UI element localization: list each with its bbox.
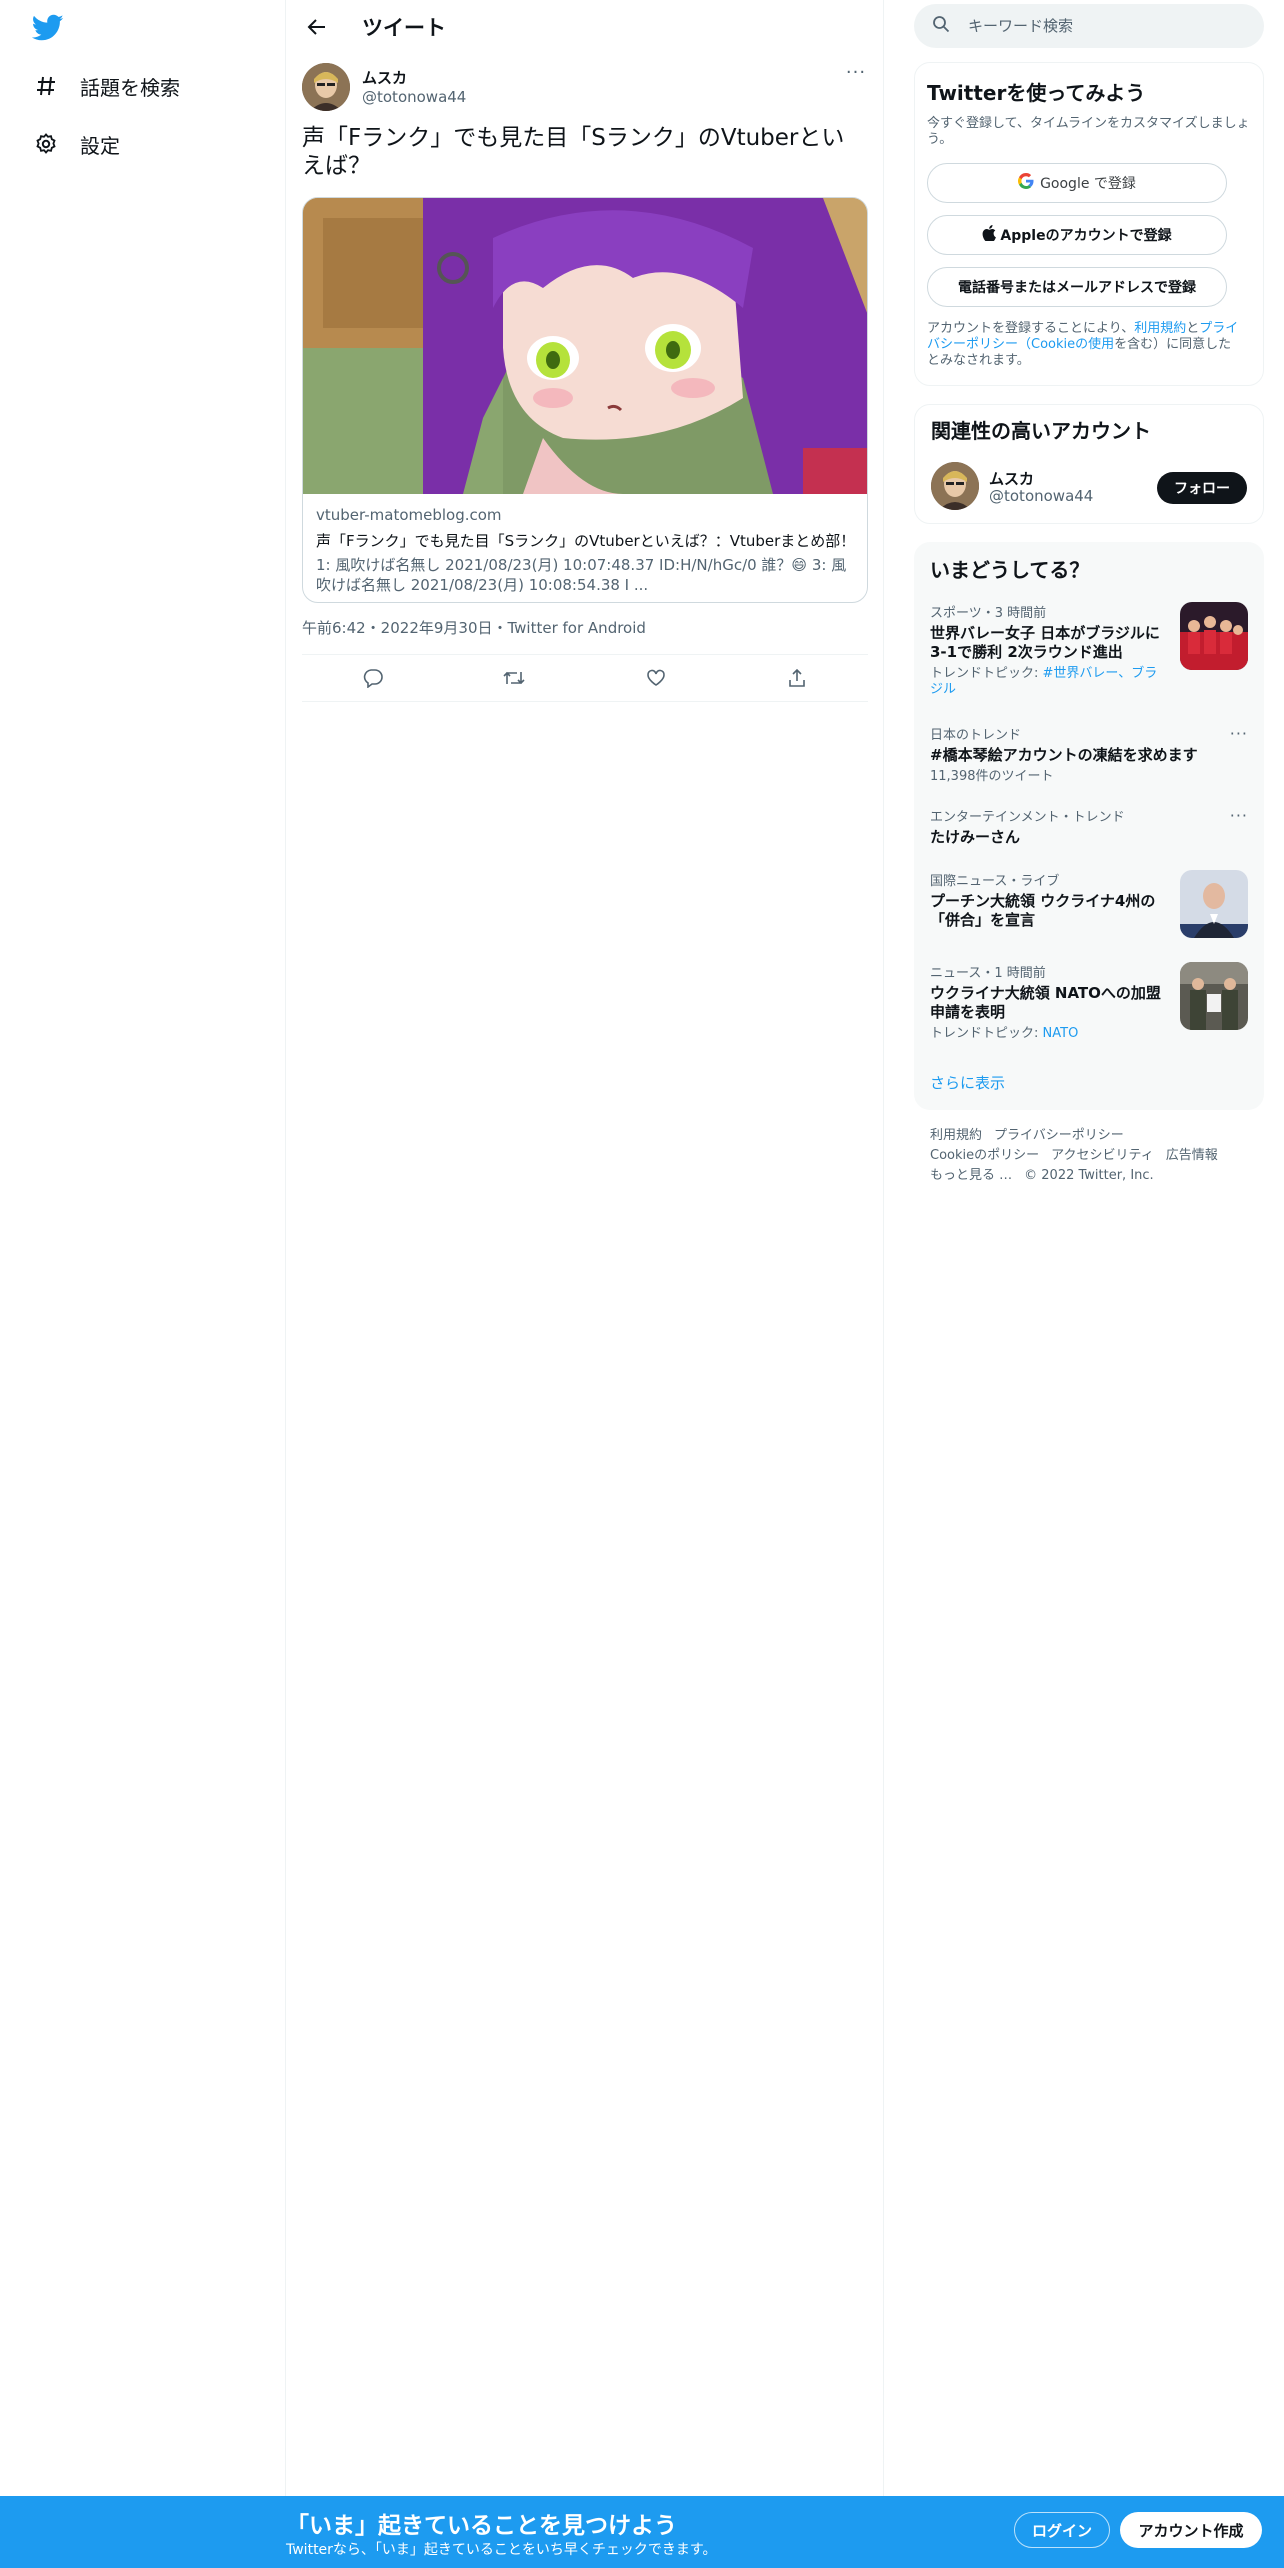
bottom-bar-subtitle: Twitterなら、「いま」起きていることをいち早くチェックできます。: [286, 2542, 717, 2558]
trend-item[interactable]: エンターテインメント・トレンド たけみーさん ···: [930, 806, 1248, 847]
phone-email-signup-label: 電話番号またはメールアドレスで登録: [958, 280, 1196, 296]
trend-name: たけみーさん: [930, 828, 1021, 846]
google-signup-button[interactable]: Google で登録: [927, 163, 1227, 203]
nav-settings-label: 設定: [80, 133, 120, 158]
footer-cookie[interactable]: Cookieのポリシー: [930, 1148, 1039, 1163]
apple-signup-button[interactable]: Appleのアカウントで登録: [927, 215, 1227, 255]
signup-title: Twitterを使ってみよう: [927, 81, 1146, 105]
avatar[interactable]: [302, 63, 350, 111]
more-options-icon[interactable]: ···: [1230, 806, 1248, 825]
search-input[interactable]: [968, 17, 1228, 35]
trend-tweet-count: 11,398件のツイート: [930, 769, 1054, 784]
back-arrow-icon[interactable]: [302, 12, 332, 42]
google-signup-label: Google で登録: [1040, 176, 1136, 192]
card-description: 1: 風吹けば名無し 2021/08/23(月) 10:07:48.37 ID:…: [316, 556, 847, 594]
trends-panel: いまどうしてる？ スポーツ・3 時間前 世界バレー女子 日本がブラジルに3-1で…: [914, 542, 1264, 1110]
login-button[interactable]: ログイン: [1014, 2512, 1110, 2548]
author-handle[interactable]: @totonowa44: [362, 88, 466, 106]
nav-explore-label: 話題を検索: [80, 75, 180, 100]
trend-item[interactable]: スポーツ・3 時間前 世界バレー女子 日本がブラジルに3-1で勝利 2次ラウンド…: [930, 602, 1248, 698]
trend-topic-prefix: トレンドトピック:: [930, 666, 1043, 681]
tweet-actions: [302, 654, 868, 702]
gear-icon: [32, 130, 60, 158]
link-card[interactable]: vtuber-matomeblog.com 声「Fランク」でも見た目「Sランク」…: [302, 197, 868, 603]
tweet-timestamp[interactable]: 午前6:42・2022年9月30日・Twitter for Android: [302, 617, 646, 638]
related-user-name[interactable]: ムスカ: [989, 468, 1034, 489]
trend-category: 日本のトレンド: [930, 728, 1022, 743]
footer-copyright: © 2022 Twitter, Inc.: [1024, 1168, 1154, 1183]
trend-thumbnail: [1180, 962, 1248, 1030]
trend-name: 世界バレー女子 日本がブラジルに3-1で勝利 2次ラウンド進出: [930, 624, 1160, 661]
trend-item[interactable]: 日本のトレンド #橋本琴絵アカウントの凍結を求めます 11,398件のツイート …: [930, 724, 1248, 785]
terms-prefix: アカウントを登録することにより、: [927, 321, 1135, 336]
trend-thumbnail: [1180, 870, 1248, 938]
hashtag-icon: [32, 72, 60, 100]
nav-settings[interactable]: 設定: [32, 124, 120, 164]
footer-more[interactable]: もっと見る …: [930, 1168, 1012, 1183]
twitter-logo-icon[interactable]: [31, 14, 64, 42]
phone-email-signup-button[interactable]: 電話番号またはメールアドレスで登録: [927, 267, 1227, 307]
signup-panel: Twitterを使ってみよう 今すぐ登録して、タイムラインをカスタマイズしましょ…: [914, 62, 1264, 386]
main-column: ツイート ムスカ @totonowa44 ··· 声「Fランク」でも見た目「Sラ…: [286, 0, 884, 2496]
signup-subtitle: 今すぐ登録して、タイムラインをカスタマイズしましょう。: [927, 116, 1250, 147]
apple-signup-label: Appleのアカウントで登録: [1000, 228, 1172, 244]
share-icon[interactable]: [780, 661, 814, 695]
apple-icon: [982, 225, 997, 245]
nav-explore[interactable]: 話題を検索: [32, 66, 180, 106]
page-title: ツイート: [362, 16, 446, 40]
footer-accessibility[interactable]: アクセシビリティ: [1051, 1148, 1154, 1163]
create-account-button[interactable]: アカウント作成: [1120, 2512, 1262, 2548]
avatar[interactable]: [931, 462, 979, 510]
tweet-author: ムスカ @totonowa44 ···: [302, 63, 868, 113]
trends-title: いまどうしてる？: [930, 558, 1090, 582]
related-title: 関連性の高いアカウント: [931, 419, 1151, 443]
tweet-text: 声「Fランク」でも見た目「Sランク」のVtuberといえば？: [302, 125, 845, 179]
bottom-bar-title: 「いま」起きていることを見つけよう: [286, 2513, 677, 2539]
footer-terms[interactable]: 利用規約: [930, 1128, 982, 1143]
google-icon: [1018, 173, 1034, 193]
card-title: 声「Fランク」でも見た目「Sランク」のVtuberといえば？：Vtuberまとめ…: [316, 532, 854, 550]
trend-thumbnail: [1180, 602, 1248, 670]
terms-link[interactable]: 利用規約: [1134, 321, 1186, 336]
trend-topic-link[interactable]: NATO: [1043, 1026, 1079, 1041]
search-box[interactable]: [914, 4, 1264, 48]
search-icon: [932, 15, 950, 37]
footer-ads[interactable]: 広告情報: [1166, 1148, 1218, 1163]
more-options-icon[interactable]: ···: [1230, 724, 1248, 743]
header-bar: ツイート: [286, 0, 883, 54]
terms-and: と: [1186, 321, 1200, 336]
like-icon[interactable]: [639, 661, 673, 695]
related-user[interactable]: ムスカ @totonowa44 フォロー: [931, 462, 1247, 512]
trend-name: プーチン大統領 ウクライナ4州の「併合」を宣言: [930, 892, 1156, 929]
follow-button[interactable]: フォロー: [1157, 472, 1247, 504]
trend-topic-prefix: トレンドトピック:: [930, 1026, 1043, 1041]
trend-category: エンターテインメント・トレンド: [930, 810, 1125, 825]
reply-icon[interactable]: [356, 661, 390, 695]
trend-topic: トレンドトピック: #世界バレー、ブラジル: [930, 666, 1166, 698]
related-accounts-panel: 関連性の高いアカウント ムスカ @totonowa44 フォロー: [914, 404, 1264, 524]
trend-item[interactable]: 国際ニュース・ライブ プーチン大統領 ウクライナ4州の「併合」を宣言: [930, 870, 1248, 938]
related-user-handle[interactable]: @totonowa44: [989, 487, 1093, 505]
trend-item[interactable]: ニュース・1 時間前 ウクライナ大統領 NATOへの加盟申請を表明 トレンドトピ…: [930, 962, 1248, 1042]
footer-privacy[interactable]: プライバシーポリシー: [994, 1128, 1124, 1143]
more-options-icon[interactable]: ···: [844, 64, 868, 87]
bottom-signup-bar: 「いま」起きていることを見つけよう Twitterなら、「いま」起きていることを…: [0, 2496, 1284, 2568]
card-domain: vtuber-matomeblog.com: [316, 506, 502, 524]
show-more-link[interactable]: さらに表示: [930, 1072, 1005, 1093]
card-image: [303, 198, 867, 494]
trend-name: ウクライナ大統領 NATOへの加盟申請を表明: [930, 984, 1161, 1021]
left-sidebar: 話題を検索 設定: [0, 0, 286, 2496]
author-name[interactable]: ムスカ: [362, 67, 407, 88]
retweet-icon[interactable]: [497, 661, 531, 695]
trend-name: #橋本琴絵アカウントの凍結を求めます: [930, 746, 1198, 764]
footer-links: 利用規約 プライバシーポリシー Cookieのポリシー アクセシビリティ 広告情報 も…: [930, 1126, 1250, 1186]
signup-terms: アカウントを登録することにより、利用規約とプライバシーポリシー（Cookieの使…: [927, 321, 1243, 369]
